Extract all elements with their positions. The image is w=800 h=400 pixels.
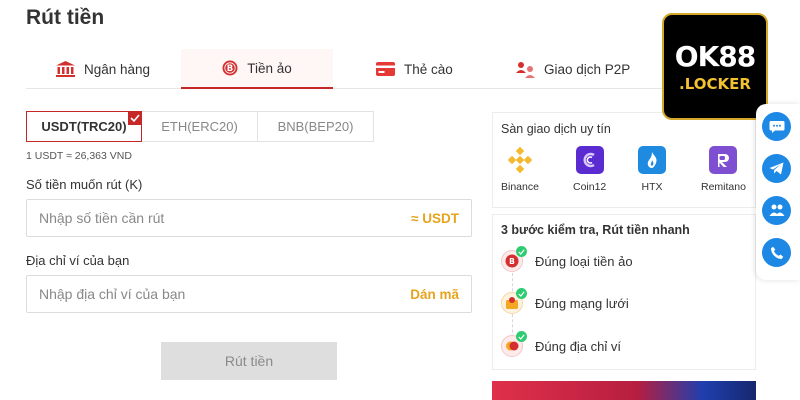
exchange-name: Binance bbox=[501, 181, 539, 193]
network-check-icon bbox=[501, 288, 527, 314]
check-done-icon bbox=[516, 331, 527, 342]
remitano-logo-icon bbox=[709, 146, 738, 174]
promo-banner[interactable] bbox=[492, 381, 756, 400]
wallet-address-label: Địa chỉ ví của bạn bbox=[26, 253, 130, 268]
bank-icon bbox=[56, 61, 75, 77]
wallet-check-icon bbox=[501, 331, 527, 357]
ok88-locker-logo: OK88 .LOCKER bbox=[662, 13, 768, 120]
tab-label: Thẻ cào bbox=[404, 61, 453, 77]
withdraw-method-tabs: Ngân hàng B Tiền ảo Thẻ cào Giao dịch P2… bbox=[26, 49, 686, 89]
binance-logo-icon bbox=[505, 146, 534, 174]
step-text: Đúng mạng lưới bbox=[535, 295, 629, 311]
wallet-address-input[interactable] bbox=[39, 286, 369, 302]
telegram-icon[interactable] bbox=[762, 154, 791, 183]
exchange-name: Remitano bbox=[701, 181, 746, 193]
wallet-address-field-wrapper: Dán mã bbox=[26, 275, 472, 313]
checkmark-icon bbox=[128, 111, 142, 125]
paste-button[interactable]: Dán mã bbox=[410, 287, 459, 302]
check-steps-panel: 3 bước kiểm tra, Rút tiền nhanh B Đúng l… bbox=[492, 214, 756, 370]
usdt-estimate-suffix: ≈ USDT bbox=[411, 210, 459, 226]
tab-label: Ngân hàng bbox=[84, 61, 151, 77]
logo-text-main: OK88 bbox=[674, 40, 756, 73]
coin-option-bnb-bep20[interactable]: BNB(BEP20) bbox=[257, 111, 374, 142]
step-text: Đúng loại tiền ảo bbox=[535, 253, 633, 269]
coin12-logo-icon bbox=[575, 146, 604, 174]
tab-p2p[interactable]: Giao dịch P2P bbox=[516, 49, 630, 89]
card-icon bbox=[376, 62, 395, 76]
check-done-icon bbox=[516, 246, 527, 257]
exchange-name: Coin12 bbox=[573, 181, 607, 193]
exchanges-title: Sàn giao dịch uy tín bbox=[501, 122, 611, 136]
chat-icon[interactable] bbox=[762, 112, 791, 141]
tab-bank[interactable]: Ngân hàng bbox=[56, 49, 150, 89]
tab-crypto[interactable]: B Tiền ảo bbox=[181, 49, 333, 89]
step-text: Đúng địa chỉ ví bbox=[535, 338, 621, 354]
coin-option-label: BNB(BEP20) bbox=[277, 119, 354, 134]
svg-text:B: B bbox=[509, 257, 515, 266]
exchange-rate-text: 1 USDT ≈ 26,363 VND bbox=[26, 150, 132, 162]
step-item: Đúng mạng lưới bbox=[501, 288, 629, 314]
exchange-remitano[interactable]: Remitano bbox=[701, 146, 746, 193]
exchange-name: HTX bbox=[641, 181, 663, 193]
tab-scratch-card[interactable]: Thẻ cào bbox=[376, 49, 453, 89]
htx-logo-icon bbox=[638, 146, 666, 174]
coin-option-usdt-trc20[interactable]: USDT(TRC20) bbox=[26, 111, 142, 142]
exchange-htx[interactable]: HTX bbox=[638, 146, 666, 193]
amount-input[interactable] bbox=[39, 210, 369, 226]
svg-text:B: B bbox=[227, 64, 233, 74]
crypto-check-icon: B bbox=[501, 246, 527, 272]
support-icon[interactable] bbox=[762, 196, 791, 225]
exchange-binance[interactable]: Binance bbox=[501, 146, 539, 193]
coin-option-label: USDT(TRC20) bbox=[41, 119, 127, 134]
check-done-icon bbox=[516, 288, 527, 299]
phone-icon[interactable] bbox=[762, 238, 791, 267]
steps-title: 3 bước kiểm tra, Rút tiền nhanh bbox=[501, 223, 690, 237]
coin-network-selector: USDT(TRC20) ETH(ERC20) BNB(BEP20) bbox=[26, 111, 374, 142]
crypto-coin-icon: B bbox=[222, 60, 238, 76]
step-item: B Đúng loại tiền ảo bbox=[501, 246, 633, 272]
tab-label: Giao dịch P2P bbox=[544, 61, 631, 77]
withdraw-submit-button[interactable]: Rút tiền bbox=[161, 342, 337, 380]
trusted-exchanges-panel: Sàn giao dịch uy tín Binance Coin12 HTX … bbox=[492, 112, 756, 208]
logo-text-sub: .LOCKER bbox=[679, 75, 751, 93]
tab-label: Tiền ảo bbox=[247, 60, 292, 76]
amount-label: Số tiền muốn rút (K) bbox=[26, 177, 143, 192]
amount-field-wrapper: ≈ USDT bbox=[26, 199, 472, 237]
p2p-users-icon bbox=[516, 61, 535, 78]
coin-option-label: ETH(ERC20) bbox=[161, 119, 238, 134]
coin-option-eth-erc20[interactable]: ETH(ERC20) bbox=[141, 111, 258, 142]
step-item: Đúng địa chỉ ví bbox=[501, 331, 621, 357]
exchange-coin12[interactable]: Coin12 bbox=[573, 146, 606, 193]
page-title: Rút tiền bbox=[26, 6, 105, 29]
floating-contact-bar bbox=[756, 104, 800, 280]
